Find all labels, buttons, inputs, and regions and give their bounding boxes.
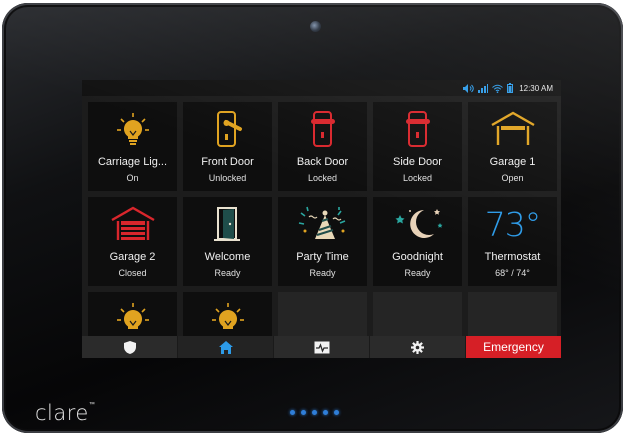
wifi-icon [492, 84, 504, 93]
status-time: 12:30 AM [519, 83, 553, 93]
tile-name: Welcome [204, 251, 251, 263]
emergency-button[interactable]: Emergency [466, 336, 561, 358]
tile-state: Ready [214, 268, 241, 278]
light-bulb-icon [116, 113, 149, 145]
tile-back-door[interactable]: Back Door Locked [278, 102, 367, 191]
tile-name: Garage 2 [109, 251, 156, 263]
volume-icon [463, 83, 474, 93]
touch-screen: 12:30 AM Carriage Lig... On Front Door U… [82, 80, 561, 358]
open-door-icon [213, 207, 240, 241]
tile-front-door[interactable]: Front Door Unlocked [183, 102, 272, 191]
tile-goodnight[interactable]: Goodnight Ready [373, 197, 462, 286]
tile-state: Ready [309, 268, 336, 278]
activity-button[interactable] [274, 336, 370, 358]
home-button[interactable] [178, 336, 274, 358]
signal-icon [478, 83, 489, 93]
garage-closed-icon [110, 206, 155, 240]
shield-icon [123, 340, 136, 354]
tile-state: Open [501, 173, 524, 183]
status-bar: 12:30 AM [82, 80, 561, 96]
battery-icon [507, 83, 514, 93]
door-lock-unlocked-icon [216, 111, 242, 147]
door-lock-locked-icon [310, 111, 335, 147]
party-hat-icon [298, 206, 345, 239]
camera-lens [310, 21, 321, 32]
thermostat-temperature: 73° [484, 204, 541, 244]
tile-state: On [126, 173, 139, 183]
activity-icon [314, 341, 329, 353]
tile-side-door[interactable]: Side Door Locked [373, 102, 462, 191]
brand-logo: clare™ [35, 401, 96, 425]
moon-stars-icon [395, 209, 442, 238]
tile-state: Closed [118, 268, 147, 278]
tile-name: Back Door [296, 156, 349, 168]
tile-state: 68° / 74° [495, 268, 530, 278]
tile-state: Unlocked [208, 173, 247, 183]
tile-name: Goodnight [392, 251, 443, 263]
gear-icon [411, 340, 424, 354]
tile-name: Party Time [296, 251, 349, 263]
tile-party-time[interactable]: Party Time Ready [278, 197, 367, 286]
tile-name: Carriage Lig... [97, 156, 168, 168]
tile-state: Locked [402, 173, 433, 183]
tile-name: Garage 1 [489, 156, 536, 168]
tile-thermostat[interactable]: 73° Thermostat 68° / 74° [468, 197, 557, 286]
tile-name: Front Door [201, 156, 254, 168]
tile-welcome[interactable]: Welcome Ready [183, 197, 272, 286]
garage-open-icon [490, 111, 535, 145]
home-icon [218, 340, 233, 354]
indicator-dots [290, 410, 339, 415]
tablet-device: 12:30 AM Carriage Lig... On Front Door U… [2, 3, 623, 433]
tile-name: Side Door [393, 156, 442, 168]
light-bulb-icon [116, 303, 149, 329]
bottom-nav: Emergency [82, 336, 561, 358]
light-bulb-icon [211, 303, 244, 329]
security-button[interactable] [82, 336, 178, 358]
tile-state: Ready [404, 268, 431, 278]
tile-garage-1[interactable]: Garage 1 Open [468, 102, 557, 191]
tile-carriage-light[interactable]: Carriage Lig... On [88, 102, 177, 191]
tile-state: Locked [307, 173, 338, 183]
settings-button[interactable] [370, 336, 466, 358]
tile-name: Thermostat [484, 251, 541, 263]
door-lock-locked-icon [405, 111, 430, 147]
tile-garage-2[interactable]: Garage 2 Closed [88, 197, 177, 286]
